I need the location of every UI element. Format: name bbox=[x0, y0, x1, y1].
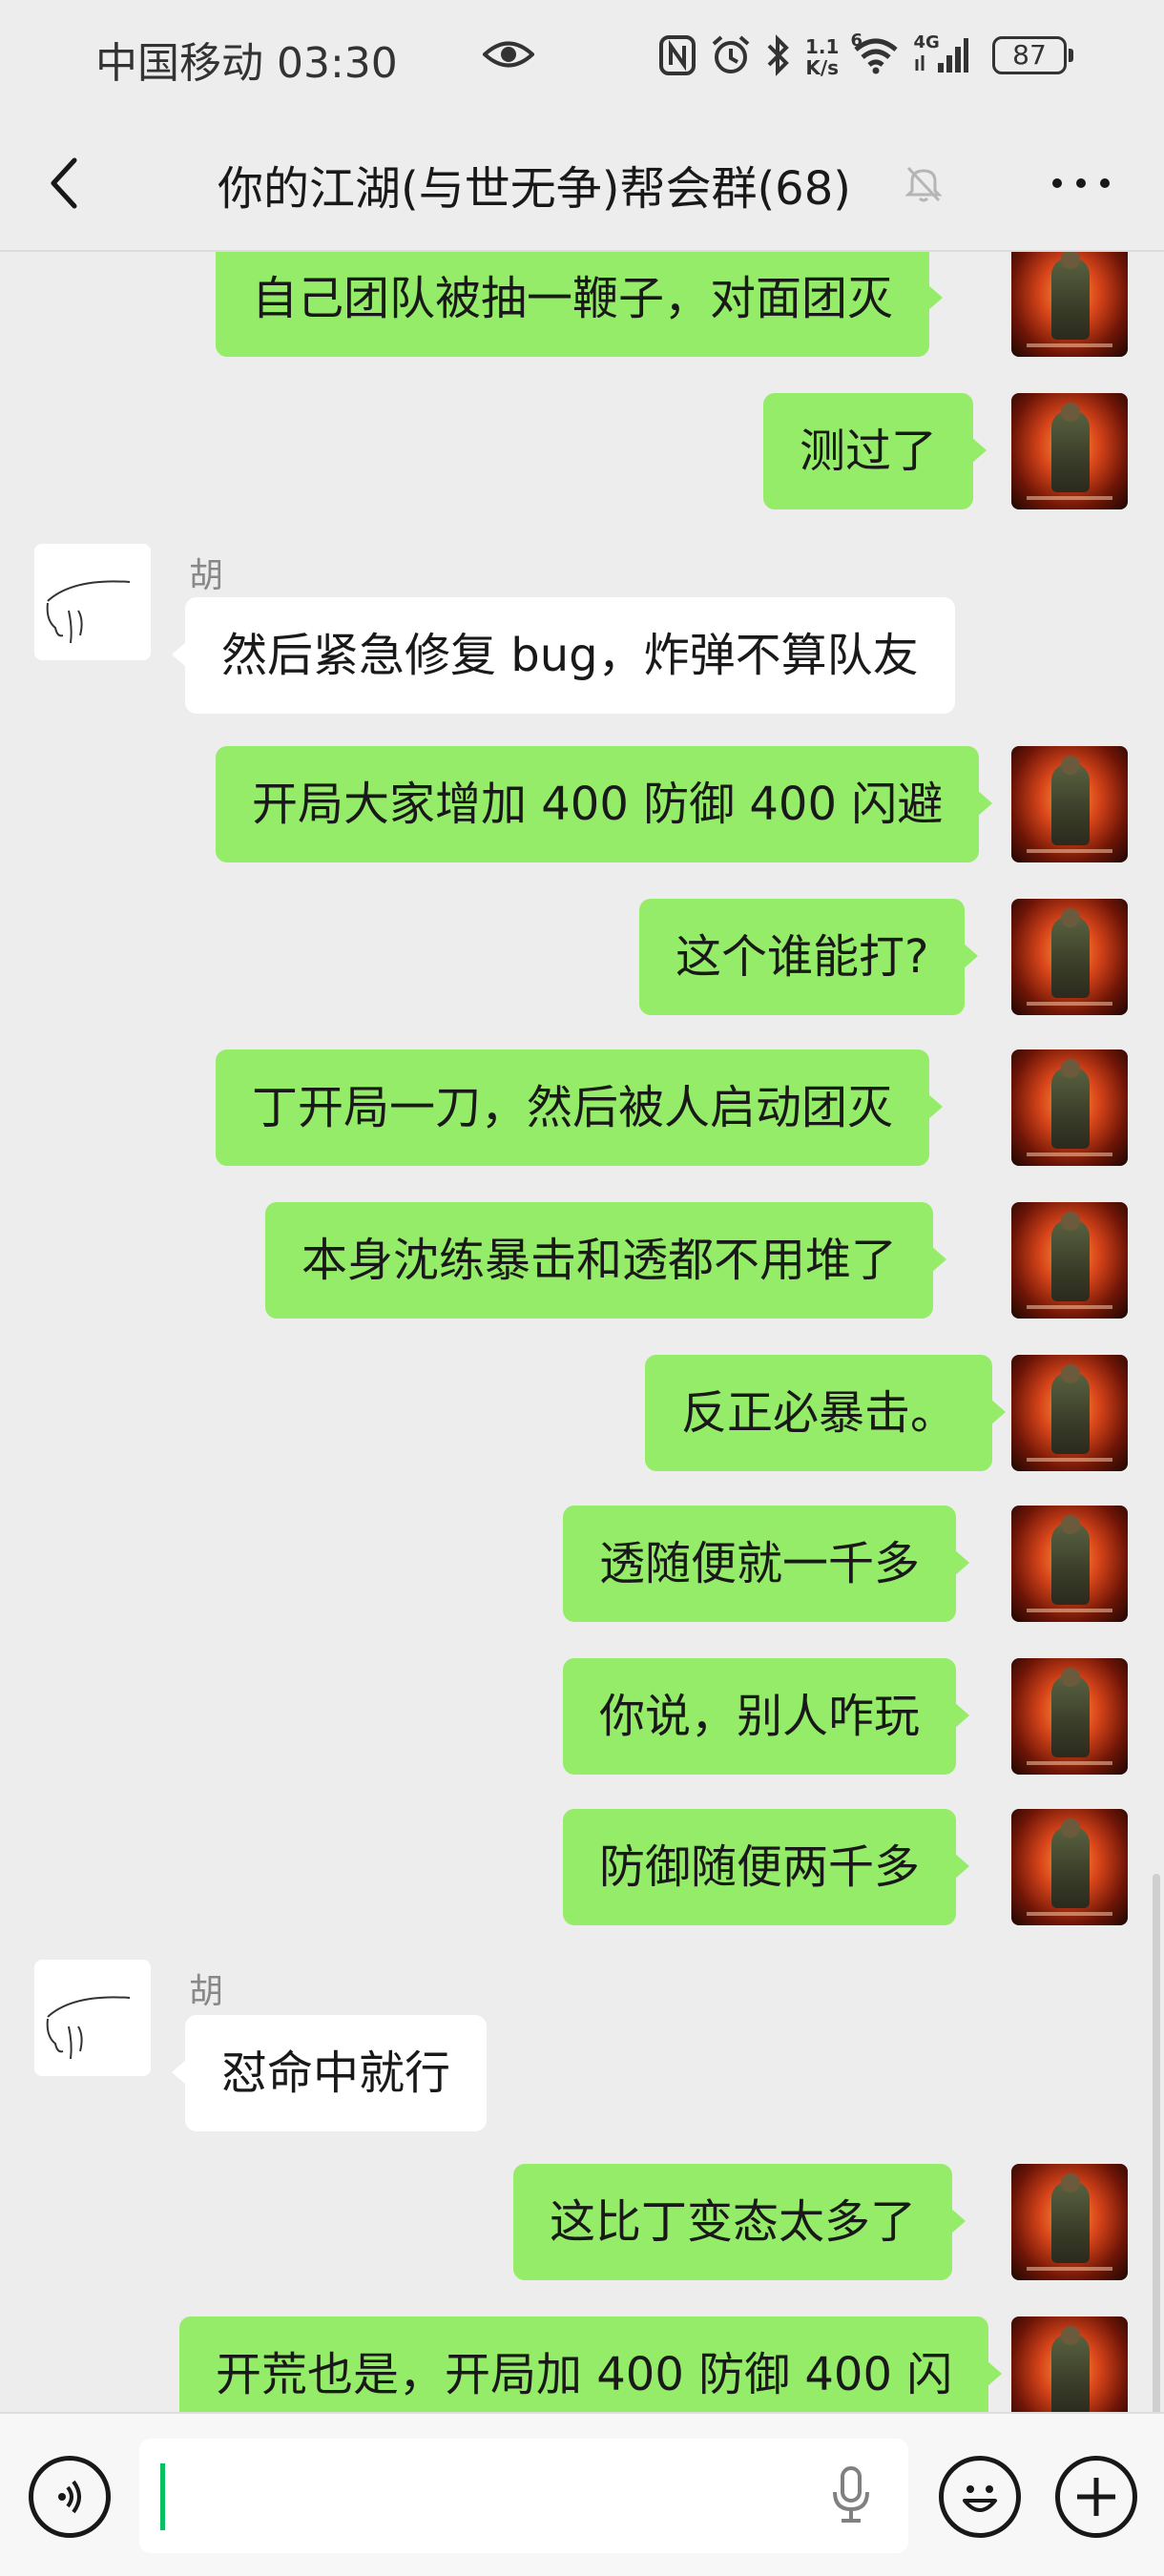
mic-icon[interactable] bbox=[830, 2465, 872, 2528]
emoji-button[interactable] bbox=[939, 2456, 1021, 2538]
more-icon[interactable] bbox=[1050, 176, 1116, 191]
message-input[interactable] bbox=[139, 2439, 908, 2553]
chat-title: 你的江湖(与世无争)帮会群(68) bbox=[218, 162, 851, 216]
eye-icon bbox=[482, 38, 535, 74]
mute-bell-icon bbox=[903, 162, 945, 208]
bluetooth-icon bbox=[765, 34, 792, 80]
my-message-bubble[interactable]: 测过了 bbox=[763, 393, 987, 509]
my-avatar[interactable] bbox=[1011, 1049, 1128, 1166]
my-avatar[interactable] bbox=[1011, 1506, 1128, 1622]
message-list[interactable]: 自己团队被抽一鞭子，对面团灭 测过了 胡不归 然后紧急修复 bug，炸弹不算队友… bbox=[0, 252, 1164, 2412]
my-avatar[interactable] bbox=[1011, 746, 1128, 862]
status-icons: 1.1 K/s 6 4G bbox=[658, 29, 969, 86]
my-avatar[interactable] bbox=[1011, 1809, 1128, 1925]
wifi-icon: 6 bbox=[850, 31, 900, 78]
my-message-bubble[interactable]: 这比丁变态太多了 bbox=[513, 2164, 967, 2280]
carrier-time: 中国移动 03:30 bbox=[95, 39, 398, 88]
user-avatar[interactable] bbox=[34, 544, 151, 660]
my-message-bubble[interactable]: 你说，别人咋玩 bbox=[563, 1658, 970, 1775]
my-message-bubble[interactable]: 自己团队被抽一鞭子，对面团灭 bbox=[216, 252, 944, 357]
cell-signal-icon: 4G bbox=[913, 32, 969, 78]
my-avatar[interactable] bbox=[1011, 252, 1128, 357]
network-speed: 1.1 K/s bbox=[805, 35, 840, 79]
my-message-bubble[interactable]: 本身沈练暴击和透都不用堆了 bbox=[265, 1202, 947, 1319]
my-message-bubble[interactable]: 开局大家增加 400 防御 400 闪避 bbox=[216, 746, 993, 862]
my-avatar[interactable] bbox=[1011, 2316, 1128, 2412]
my-avatar[interactable] bbox=[1011, 1658, 1128, 1775]
my-message-bubble[interactable]: 反正必暴击。 bbox=[645, 1355, 1007, 1471]
plus-button[interactable] bbox=[1055, 2456, 1137, 2538]
other-message-bubble[interactable]: 怼命中就行 bbox=[171, 2015, 488, 2131]
status-bar: 中国移动 03:30 1.1 K/s 6 4G 87 bbox=[0, 0, 1164, 113]
my-message-bubble[interactable]: 开荒也是，开局加 400 防御 400 闪 bbox=[179, 2316, 1003, 2412]
back-icon[interactable] bbox=[46, 155, 84, 212]
nfc-icon bbox=[658, 34, 696, 80]
text-cursor bbox=[160, 2463, 165, 2530]
user-avatar[interactable] bbox=[34, 1960, 151, 2076]
my-message-bubble[interactable]: 丁开局一刀，然后被人启动团灭 bbox=[216, 1049, 944, 1166]
plus-icon bbox=[1073, 2474, 1119, 2524]
alarm-icon bbox=[710, 34, 752, 80]
scrollbar[interactable] bbox=[1153, 1874, 1160, 2412]
my-message-bubble[interactable]: 透随便就一千多 bbox=[563, 1506, 970, 1622]
input-bar bbox=[0, 2412, 1164, 2576]
my-avatar[interactable] bbox=[1011, 393, 1128, 509]
chat-header: 你的江湖(与世无争)帮会群(68) bbox=[0, 113, 1164, 252]
voice-button[interactable] bbox=[29, 2456, 111, 2538]
other-message-bubble[interactable]: 然后紧急修复 bug，炸弹不算队友 bbox=[172, 597, 955, 714]
emoji-icon bbox=[953, 2470, 1007, 2527]
my-avatar[interactable] bbox=[1011, 1202, 1128, 1319]
my-avatar[interactable] bbox=[1011, 899, 1128, 1015]
battery-indicator: 87 bbox=[992, 36, 1073, 74]
my-message-bubble[interactable]: 防御随便两千多 bbox=[563, 1809, 970, 1925]
my-avatar[interactable] bbox=[1011, 2164, 1128, 2280]
my-avatar[interactable] bbox=[1011, 1355, 1128, 1471]
my-message-bubble[interactable]: 这个谁能打? bbox=[639, 899, 979, 1015]
voice-icon bbox=[49, 2476, 91, 2522]
